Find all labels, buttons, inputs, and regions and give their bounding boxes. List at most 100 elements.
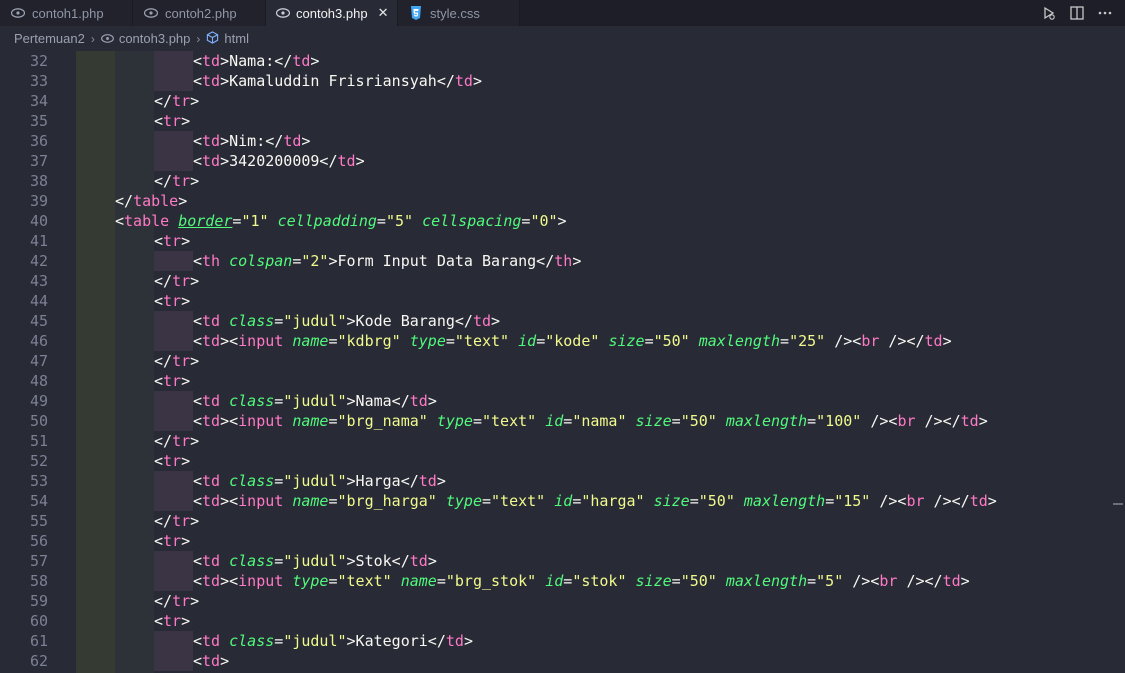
tab-label: contoh2.php (165, 5, 237, 21)
breadcrumb-file[interactable]: contoh3.php (100, 31, 190, 46)
code-line[interactable]: <tr> (154, 371, 190, 391)
line-number: 62 (29, 652, 48, 670)
tab-contoh1[interactable]: contoh1.php (0, 0, 133, 26)
code-line[interactable]: <td>Nim:</td> (193, 131, 310, 151)
code-line[interactable]: </tr> (154, 431, 199, 451)
tab-style-css[interactable]: style.css (398, 0, 520, 26)
breadcrumb-symbol[interactable]: html (206, 30, 249, 47)
code-token: "0" (530, 212, 558, 230)
code-token: > (178, 192, 188, 210)
code-token: br (906, 492, 925, 510)
code-token: "5" (816, 572, 844, 590)
code-token: < (154, 112, 164, 130)
symbol-cube-icon (206, 30, 219, 47)
tab-label: contoh1.php (32, 5, 104, 21)
code-line[interactable]: </tr> (154, 271, 199, 291)
close-icon[interactable]: ✕ (378, 5, 389, 21)
code-line[interactable]: <td>3420200009</td> (193, 151, 365, 171)
code-line[interactable]: <td class="judul">Stok</td> (193, 551, 437, 571)
code-line[interactable]: <td><input name="kdbrg" type="text" id="… (193, 331, 952, 351)
code-token: = (671, 412, 681, 430)
indent-guide (154, 71, 193, 91)
code-line[interactable]: <td class="judul">Kategori</td> (193, 631, 473, 651)
code-line[interactable]: <td><input name="brg_harga" type="text" … (193, 491, 997, 511)
code-token: "5" (385, 212, 414, 230)
code-token: < (193, 52, 203, 70)
code-token: name (292, 412, 329, 430)
php-icon (100, 31, 114, 46)
more-actions-icon[interactable] (1097, 5, 1113, 21)
code-line[interactable]: <td><input type="text" name="brg_stok" i… (193, 571, 970, 591)
code-line[interactable]: <th colspan="2">Form Input Data Barang</… (193, 251, 581, 271)
line-number: 48 (29, 372, 48, 390)
code-line[interactable]: <tr> (154, 531, 190, 551)
line-number: 32 (29, 52, 48, 70)
code-token: >Kamaluddin Frisriansyah</ (220, 72, 455, 90)
code-token: = (376, 212, 386, 230)
code-token: > (355, 152, 365, 170)
code-token: </ (154, 92, 173, 110)
code-line[interactable]: </tr> (154, 91, 199, 111)
code-token: < (154, 532, 164, 550)
split-editor-icon[interactable] (1069, 5, 1085, 21)
code-token: "1" (241, 212, 269, 230)
code-token: table (133, 192, 179, 210)
code-token: tr (172, 352, 191, 370)
code-token: > (181, 372, 191, 390)
code-line[interactable]: <tr> (154, 451, 190, 471)
code-line[interactable]: <table border="1" cellpadding="5" cellsp… (115, 211, 567, 231)
line-number: 55 (29, 512, 48, 530)
line-number: 44 (29, 292, 48, 310)
php-icon (10, 5, 26, 21)
line-number: 34 (29, 92, 48, 110)
breadcrumb-folder[interactable]: Pertemuan2 (14, 31, 85, 46)
code-token: td (202, 492, 221, 510)
code-line[interactable]: <tr> (154, 111, 190, 131)
code-line[interactable]: <tr> (154, 231, 190, 251)
code-token: > (181, 232, 191, 250)
code-line[interactable]: </tr> (154, 591, 199, 611)
code-line[interactable]: <td>Nama:</td> (193, 51, 319, 71)
code-token: cellspacing (422, 212, 522, 230)
code-token: maxlength (698, 332, 781, 350)
code-token: name (292, 332, 329, 350)
code-token: >< (220, 572, 239, 590)
code-line[interactable]: <tr> (154, 611, 190, 631)
code-line[interactable]: <td class="judul">Kode Barang</td> (193, 311, 500, 331)
code-line[interactable]: <tr> (154, 291, 190, 311)
code-token: maxlength (725, 572, 808, 590)
code-line[interactable]: <td><input name="brg_nama" type="text" i… (193, 411, 988, 431)
code-token: "50" (680, 412, 717, 430)
tab-contoh2[interactable]: contoh2.php (133, 0, 266, 26)
code-token: colspan (229, 252, 293, 270)
code-line[interactable]: </table> (115, 191, 187, 211)
code-line[interactable]: </tr> (154, 351, 199, 371)
code-editor[interactable]: 32 33 34 35 36 37 38 39 40 41 42 43 44 45 46 47 48 49 50 51… (0, 51, 1125, 673)
code-token: > (190, 592, 200, 610)
tab-contoh3[interactable]: contoh3.php ✕ (266, 0, 398, 26)
code-line[interactable]: </tr> (154, 171, 199, 191)
code-line[interactable]: <td class="judul">Harga</td> (193, 471, 446, 491)
code-token: >Kategori</ (346, 632, 446, 650)
line-number: 46 (29, 332, 48, 350)
code-token: = (274, 472, 284, 490)
code-token: maxlength (743, 492, 826, 510)
code-token: br (861, 332, 880, 350)
code-line[interactable]: <td class="judul">Nama</td> (193, 391, 437, 411)
code-token: td (202, 552, 221, 570)
code-line[interactable]: </tr> (154, 511, 199, 531)
code-token: "15" (834, 492, 871, 510)
css-icon (408, 5, 424, 21)
run-icon[interactable] (1041, 5, 1057, 21)
code-line[interactable]: <td> (193, 651, 229, 671)
code-line[interactable]: <td>Kamaluddin Frisriansyah</td> (193, 71, 482, 91)
